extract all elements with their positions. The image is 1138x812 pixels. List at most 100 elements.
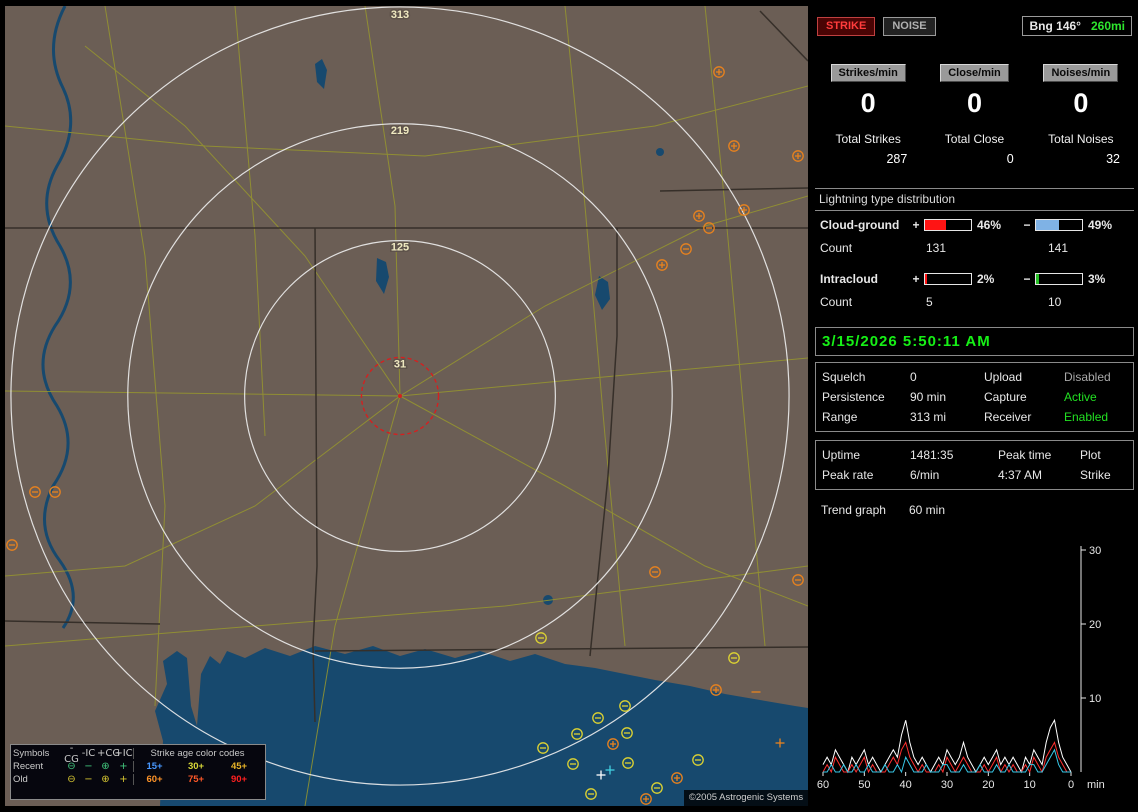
recent-minus-icon: −	[84, 761, 93, 772]
peak-rate-value: 6/min	[910, 468, 940, 482]
plus-sign: +	[912, 218, 920, 232]
trend-graph-value: 60 min	[909, 503, 946, 517]
cg-count-label: Count	[820, 241, 853, 255]
copyright-text: ©2005 Astrogenic Systems	[684, 790, 808, 806]
app-window: 125 219 313 31 Symbols -CG -IC +CG +IC Stri…	[0, 0, 1138, 812]
age-15: 15+	[133, 761, 175, 772]
totals-row: Total Strikes 287 Total Close 0 Total No…	[815, 132, 1134, 166]
range-rings: 125 219 313 31	[10, 6, 790, 786]
range-label: Range	[822, 410, 858, 424]
legend-age-header: Strike age color codes	[133, 748, 261, 759]
svg-text:min: min	[1087, 779, 1105, 791]
strike-symbol	[792, 150, 804, 162]
age-90: 90+	[230, 774, 248, 785]
age-45: 45+	[230, 761, 248, 772]
noises-per-min-button[interactable]: Noises/min	[1043, 64, 1119, 82]
status-row-persistence: Persistence 90 min Capture Active	[822, 387, 1133, 407]
capture-label: Capture	[984, 390, 1027, 404]
uptime-label: Uptime	[822, 448, 861, 462]
status-panel: STRIKE NOISE Bng 146° 260mi Strikes/min …	[815, 6, 1134, 806]
recent-plus-icon: +	[119, 761, 128, 772]
svg-text:20: 20	[1089, 619, 1101, 631]
cloud-ground-row: Cloud-ground + 46% − 49%	[815, 213, 1134, 237]
intracloud-row: Intracloud + 2% − 3%	[815, 267, 1134, 291]
strikes-per-min-button[interactable]: Strikes/min	[830, 64, 906, 82]
strike-symbol	[713, 66, 725, 78]
strike-symbol	[29, 486, 41, 498]
map-canvas[interactable]: 125 219 313 31	[5, 6, 808, 806]
bearing-label: Bng 146°	[1029, 19, 1081, 33]
trend-graph-label: Trend graph	[821, 503, 886, 517]
session-stats-box: Uptime 1481:35 Peak time Plot Peak rate …	[815, 440, 1134, 490]
strike-symbol	[728, 140, 740, 152]
status-row-squelch: Squelch 0 Upload Disabled	[822, 367, 1133, 387]
intracloud-label: Intracloud	[820, 272, 879, 286]
close-per-min-value: 0	[966, 88, 982, 118]
stats-row-peak-rate: Peak rate 6/min 4:37 AM Strike	[822, 465, 1133, 485]
strike-mode-button[interactable]: STRIKE	[817, 16, 876, 36]
noise-mode-button[interactable]: NOISE	[883, 16, 936, 36]
persistence-label: Persistence	[822, 390, 885, 404]
total-strikes-label: Total Strikes	[835, 132, 901, 146]
svg-text:20: 20	[982, 779, 994, 791]
ic-minus-bar	[1035, 273, 1083, 285]
symbol-legend: Symbols -CG -IC +CG +IC Strike age color…	[10, 743, 266, 800]
trend-graph-row: Trend graph 60 min	[815, 500, 1134, 520]
lightning-map[interactable]: 125 219 313 31 Symbols -CG -IC +CG +IC Stri…	[5, 6, 808, 806]
cg-plus-pct: 46%	[977, 218, 1002, 232]
rate-buttons-row: Strikes/min Close/min Noises/min	[815, 64, 1134, 82]
ic-count-label: Count	[820, 295, 853, 309]
capture-value: Active	[1064, 390, 1097, 404]
peak-time-value: 4:37 AM	[998, 468, 1043, 482]
squelch-label: Squelch	[822, 370, 866, 384]
cg-minus-pct: 49%	[1088, 218, 1113, 232]
svg-text:40: 40	[900, 779, 912, 791]
strike-symbol	[693, 210, 705, 222]
svg-text:60: 60	[817, 779, 829, 791]
noises-per-min-value: 0	[1073, 88, 1089, 118]
stats-row-uptime: Uptime 1481:35 Peak time Plot	[822, 445, 1133, 465]
receiver-value: Enabled	[1064, 410, 1109, 424]
cg-count-row: Count 131 141	[815, 237, 1134, 259]
bearing-range-value: 260mi	[1090, 19, 1125, 33]
svg-text:0: 0	[1068, 779, 1074, 791]
legend-recent-label: Recent	[13, 761, 44, 772]
persistence-value: 90 min	[910, 390, 947, 404]
svg-text:50: 50	[858, 779, 870, 791]
legend-symbols-header: Symbols	[13, 748, 50, 759]
mode-header-row: STRIKE NOISE Bng 146° 260mi	[817, 16, 1132, 36]
cloud-ground-label: Cloud-ground	[820, 218, 900, 232]
svg-text:313: 313	[391, 9, 409, 21]
svg-text:10: 10	[1089, 693, 1101, 705]
ic-minus-count: 10	[1048, 295, 1062, 309]
trend-graph: 10 20 30 60 50 40 30 20 10 0 min	[815, 542, 1134, 804]
peak-time-label: Peak time	[998, 448, 1052, 462]
close-per-min-button[interactable]: Close/min	[940, 64, 1009, 82]
legend-col-neg-ic: -IC	[81, 748, 96, 759]
receiver-status-box: Squelch 0 Upload Disabled Persistence 90…	[815, 362, 1134, 432]
strikes-per-min-value: 0	[860, 88, 876, 118]
upload-label: Upload	[984, 370, 1023, 384]
total-close-value: 0	[1006, 152, 1014, 166]
recent-circle-plus-icon: ⊕	[101, 761, 110, 772]
svg-text:219: 219	[391, 125, 409, 137]
uptime-value: 1481:35	[910, 448, 954, 462]
bearing-readout: Bng 146° 260mi	[1022, 16, 1132, 36]
old-plus-icon: +	[119, 774, 128, 785]
svg-text:30: 30	[941, 779, 953, 791]
minus-sign: −	[1023, 218, 1031, 232]
cg-plus-bar	[924, 219, 972, 231]
ic-plus-pct: 2%	[977, 272, 995, 286]
cg-plus-count: 131	[926, 241, 947, 255]
old-minus-icon: −	[84, 774, 93, 785]
range-value: 313 mi	[910, 410, 947, 424]
strike-symbol	[728, 652, 740, 664]
rate-values-row: 0 0 0	[815, 88, 1134, 118]
plot-label: Plot	[1080, 448, 1101, 462]
legend-old-label: Old	[13, 774, 28, 785]
total-close-label: Total Close	[944, 132, 1005, 146]
age-30: 30+	[187, 761, 205, 772]
plot-value: Strike	[1080, 468, 1111, 482]
receiver-label: Receiver	[984, 410, 1032, 424]
ic-plus-bar	[924, 273, 972, 285]
